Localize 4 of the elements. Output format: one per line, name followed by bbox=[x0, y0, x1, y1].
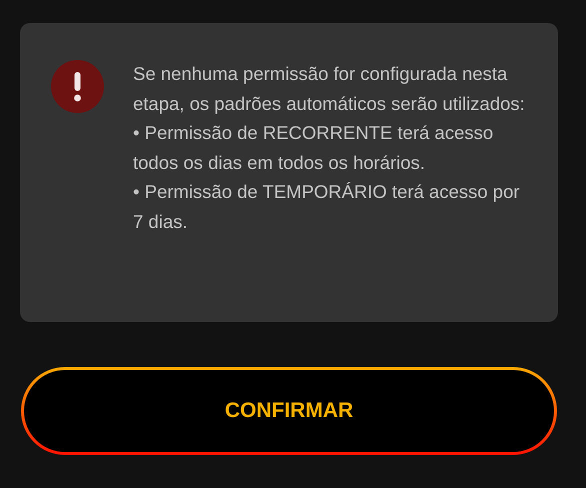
notice-text: Se nenhuma permissão for configurada nesta etapa, os padrões automáticos serão utilizados: bbox=[133, 62, 526, 116]
bullet-text: • Permissão de RECORRENTE terá acesso todos os dias em todos os horários. bbox=[133, 121, 494, 174]
alert-icon bbox=[51, 60, 104, 113]
bullet-text: • Permissão de TEMPORÁRIO terá acesso por 7 dias. bbox=[133, 180, 521, 234]
